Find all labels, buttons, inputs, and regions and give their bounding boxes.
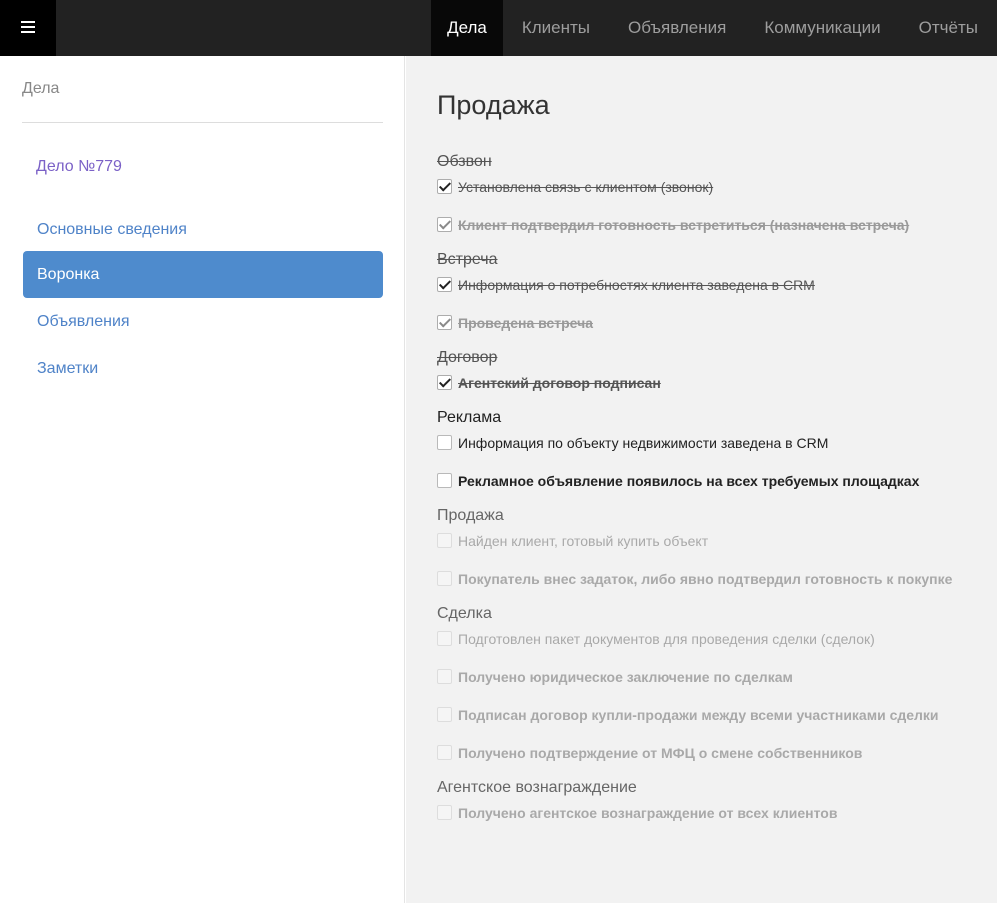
task-row: Покупатель внес задаток, либо явно подтв…: [437, 569, 992, 604]
task-label: Получено подтверждение от МФЦ о смене со…: [458, 745, 863, 761]
sidebar-header: Дела: [22, 80, 383, 123]
task-checkbox[interactable]: [437, 375, 452, 390]
task-row: Получено агентское вознаграждение от все…: [437, 803, 992, 838]
stage-title: Обзвон: [437, 153, 492, 170]
task-row: Рекламное объявление появилось на всех т…: [437, 471, 992, 506]
sidebar-item-2[interactable]: Объявления: [23, 298, 383, 345]
stage-3: Реклама Информация по объекту недвижимост…: [437, 408, 992, 506]
funnel-stages: Обзвон Установлена связь с клиентом (звон…: [437, 152, 992, 838]
task-label: Установлена связь с клиентом (звонок): [458, 179, 714, 195]
stage-0: Обзвон Установлена связь с клиентом (звон…: [437, 152, 992, 250]
menu-icon[interactable]: [0, 0, 56, 56]
sidebar-item-0[interactable]: Основные сведения: [23, 206, 383, 253]
task-label: Информация о потребностях клиента заведе…: [458, 277, 815, 293]
task-checkbox[interactable]: [437, 435, 452, 450]
task-label: Найден клиент, готовый купить объект: [458, 533, 709, 549]
task-row: Агентский договор подписан: [437, 373, 992, 408]
task-row: Найден клиент, готовый купить объект: [437, 531, 992, 569]
stage-title: Сделка: [437, 605, 492, 622]
main-nav: Дела Клиенты Объявления Коммуникации Отчёты: [431, 0, 997, 56]
task-row: Получено юридическое заключение по сделк…: [437, 667, 992, 705]
task-checkbox[interactable]: [437, 745, 452, 760]
sidebar: Дела Дело №779 Основные сведения Воронка О…: [0, 56, 405, 903]
task-row: Информация о потребностях клиента заведе…: [437, 275, 992, 313]
stage-5: Сделка Подготовлен пакет документов для п…: [437, 604, 992, 778]
sidebar-item-3[interactable]: Заметки: [23, 345, 383, 392]
task-checkbox[interactable]: [437, 571, 452, 586]
task-row: Проведена встреча: [437, 313, 992, 348]
stage-2: Договор Агентский договор подписан: [437, 348, 992, 408]
task-label: Покупатель внес задаток, либо явно подтв…: [458, 571, 953, 587]
stage-6: Агентское вознаграждение Получено агентск…: [437, 778, 992, 838]
task-label: Подписан договор купли-продажи между все…: [458, 707, 939, 723]
sidebar-item-1[interactable]: Воронка: [23, 251, 383, 298]
task-label: Агентский договор подписан: [458, 375, 661, 391]
task-checkbox[interactable]: [437, 805, 452, 820]
nav-item-3[interactable]: Коммуникации: [745, 0, 899, 56]
task-row: Информация по объекту недвижимости завед…: [437, 433, 992, 471]
task-row: Клиент подтвердил готовность встретиться…: [437, 215, 992, 250]
stage-title: Агентское вознаграждение: [437, 779, 637, 796]
stage-4: Продажа Найден клиент, готовый купить объ…: [437, 506, 992, 604]
task-checkbox[interactable]: [437, 707, 452, 722]
nav-item-0[interactable]: Дела: [431, 0, 503, 56]
stage-title: Реклама: [437, 409, 502, 426]
task-checkbox[interactable]: [437, 631, 452, 646]
case-link[interactable]: Дело №779: [36, 158, 122, 176]
stage-1: Встреча Информация о потребностях клиента…: [437, 250, 992, 348]
nav-item-4[interactable]: Отчёты: [900, 0, 997, 56]
task-row: Подписан договор купли-продажи между все…: [437, 705, 992, 743]
task-label: Информация по объекту недвижимости завед…: [458, 435, 829, 451]
task-row: Получено подтверждение от МФЦ о смене со…: [437, 743, 992, 778]
nav-item-2[interactable]: Объявления: [609, 0, 745, 56]
task-label: Клиент подтвердил готовность встретиться…: [458, 217, 910, 233]
task-checkbox[interactable]: [437, 277, 452, 292]
task-label: Рекламное объявление появилось на всех т…: [458, 473, 920, 489]
stage-title: Договор: [437, 349, 498, 366]
task-checkbox[interactable]: [437, 533, 452, 548]
task-checkbox[interactable]: [437, 669, 452, 684]
task-label: Подготовлен пакет документов для проведе…: [458, 631, 875, 647]
stage-title: Встреча: [437, 251, 498, 268]
task-label: Получено юридическое заключение по сделк…: [458, 669, 793, 685]
stage-title: Продажа: [437, 507, 504, 524]
task-label: Получено агентское вознаграждение от все…: [458, 805, 838, 821]
main-content: Продажа Обзвон Установлена связь с клиент…: [406, 56, 997, 903]
task-checkbox[interactable]: [437, 315, 452, 330]
nav-item-1[interactable]: Клиенты: [503, 0, 609, 56]
top-navbar: Дела Клиенты Объявления Коммуникации Отчёты: [0, 0, 997, 56]
task-checkbox[interactable]: [437, 217, 452, 232]
page-title: Продажа: [437, 90, 550, 120]
task-row: Установлена связь с клиентом (звонок): [437, 177, 992, 215]
task-row: Подготовлен пакет документов для проведе…: [437, 629, 992, 667]
task-checkbox[interactable]: [437, 179, 452, 194]
task-label: Проведена встреча: [458, 315, 593, 331]
task-checkbox[interactable]: [437, 473, 452, 488]
